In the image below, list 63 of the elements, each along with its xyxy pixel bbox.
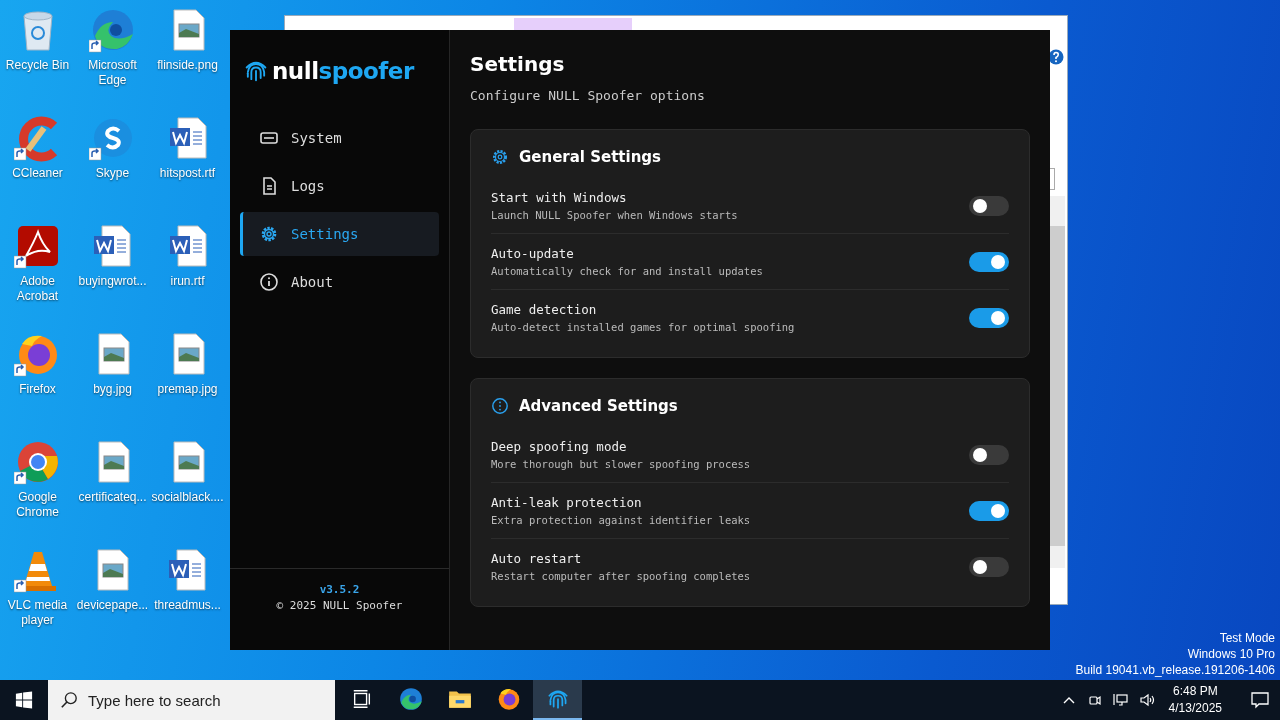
desktop-shortcut[interactable]: Google Chrome [0, 436, 75, 522]
setting-label: Deep spoofing mode [491, 439, 628, 454]
desktop-shortcut[interactable]: Microsoft Edge [75, 4, 150, 90]
copyright-text: © 2025 NULL Spoofer [276, 599, 403, 612]
edge-browser-icon [397, 686, 424, 712]
setting-label: Auto restart [491, 551, 583, 566]
desktop-shortcut[interactable]: irun.rtf [153, 220, 222, 291]
desktop-shortcut[interactable]: socialblack.... [150, 436, 225, 507]
system-notice-text: Build 19041.vb_release.191206-1406 [1075, 662, 1275, 678]
desktop-shortcut[interactable]: flinside.png [153, 4, 222, 75]
toggle-switch[interactable] [969, 307, 1009, 328]
page-subtitle: Configure NULL Spoofer options [470, 88, 706, 103]
toggle-switch[interactable] [969, 251, 1009, 272]
desktop-shortcut[interactable]: CCleaner [3, 112, 72, 183]
desktop-shortcut[interactable]: premap.jpg [153, 328, 222, 399]
setting-description: Launch NULL Spoofer when Windows starts [491, 209, 738, 221]
section-title: General Settings [519, 148, 662, 166]
network-icon[interactable] [1112, 692, 1129, 708]
setting-description: Restart computer after spoofing completes [491, 570, 751, 582]
setting-description: Auto-detect installed games for optimal spoofing [491, 321, 795, 333]
toggle-switch[interactable] [969, 195, 1009, 216]
section-title: Advanced Settings [519, 397, 678, 415]
taskbar-clock[interactable]: 6:48 PM 4/13/2025 [1164, 683, 1226, 717]
toggle-switch[interactable] [969, 444, 1009, 465]
settings-icon [491, 148, 509, 166]
desktop-shortcut[interactable]: Firefox [3, 328, 72, 399]
system-notice-text: Test Mode [1218, 630, 1275, 646]
desktop-shortcut[interactable]: hitspost.rtf [153, 112, 222, 183]
desktop-shortcut[interactable]: Skype [78, 112, 147, 183]
setting-label: Game detection [491, 302, 598, 317]
search-field[interactable]: Type here to search [48, 680, 335, 720]
desktop-shortcut[interactable]: devicepape... [75, 544, 150, 615]
nav-item[interactable]: Logs [240, 164, 439, 208]
nav-item[interactable]: Settings [240, 212, 439, 256]
notification-icon[interactable] [1250, 690, 1270, 710]
setting-description: Extra protection against identifier leaks [491, 514, 751, 526]
setting-label: Auto-update [491, 246, 575, 261]
info-icon [259, 272, 279, 292]
page-title: Settings [470, 52, 566, 76]
desktop-shortcut[interactable]: Recycle Bin [3, 4, 72, 75]
nav-item[interactable]: About [240, 260, 439, 304]
setting-label: Anti-leak protection [491, 495, 643, 510]
app-logo-text: nullspoofer [272, 58, 414, 84]
toggle-switch[interactable] [969, 500, 1009, 521]
setting-description: Automatically check for and install updates [491, 265, 763, 277]
settings-icon [259, 224, 279, 244]
nav-item[interactable]: System [240, 116, 439, 160]
setting-description: More thorough but slower spoofing process [491, 458, 751, 470]
toggle-switch[interactable] [969, 556, 1009, 577]
info-icon [491, 397, 509, 415]
scrollbar[interactable] [1050, 196, 1065, 568]
desktop-shortcut[interactable]: byg.jpg [78, 328, 147, 399]
desktop-shortcut[interactable]: threadmus... [153, 544, 222, 615]
desktop-shortcut[interactable]: buyingwrot... [77, 220, 148, 291]
volume-icon[interactable] [1138, 692, 1155, 708]
desktop-shortcut[interactable]: VLC media player [0, 544, 75, 630]
desktop-shortcut[interactable]: Adobe Acrobat [0, 220, 75, 306]
desktop-shortcut[interactable]: certificateq... [77, 436, 148, 507]
system-notice-text: Windows 10 Pro [1186, 646, 1275, 662]
setting-label: Start with Windows [491, 190, 628, 205]
search-icon [60, 691, 78, 709]
windows-logo-icon [15, 691, 33, 709]
version-text: v3.5.2 [319, 583, 360, 596]
